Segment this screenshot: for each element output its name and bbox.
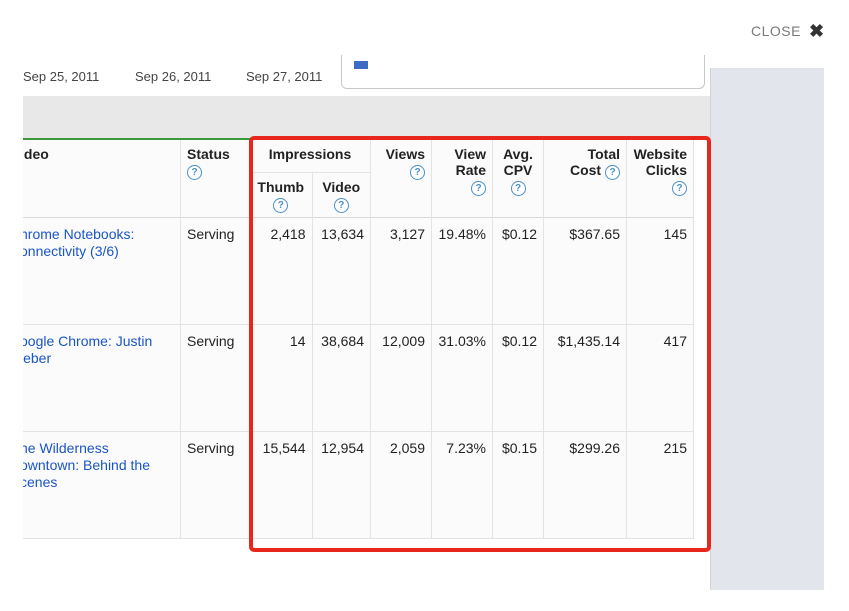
close-button[interactable]: CLOSE ✖ (751, 21, 825, 41)
video-impressions-cell: 12,954 (312, 431, 371, 539)
video-title-cell: ne Wilderness owntown: Behind the cenes (23, 431, 181, 539)
views-cell: 3,127 (370, 217, 432, 325)
website-clicks-cell: 215 (626, 431, 694, 539)
right-side-panel (710, 68, 824, 590)
toolbar-band (23, 96, 710, 138)
views-cell: 2,059 (370, 431, 432, 539)
header-status[interactable]: Status ? (180, 140, 250, 218)
help-icon[interactable]: ? (273, 198, 289, 213)
view-rate-cell: 7.23% (431, 431, 493, 539)
legend-swatch-views (354, 61, 368, 69)
video-impressions-cell: 13,634 (312, 217, 371, 325)
header-website-clicks[interactable]: Website Clicks ? (626, 140, 694, 218)
video-title-cell: hrome Notebooks: onnectivity (3/6) (23, 217, 181, 325)
views-cell: 12,009 (370, 324, 432, 432)
header-video[interactable]: ideo (23, 140, 181, 218)
thumb-cell: 15,544 (249, 431, 313, 539)
total-cost-cell: $1,435.14 (543, 324, 627, 432)
video-impressions-cell: 38,684 (312, 324, 371, 432)
header-thumb[interactable]: Thumb ? (249, 172, 313, 218)
header-impressions: Impressions (249, 140, 371, 173)
thumb-cell: 2,418 (249, 217, 313, 325)
website-clicks-cell: 145 (626, 217, 694, 325)
video-title-link[interactable]: hrome Notebooks: onnectivity (3/6) (23, 226, 134, 259)
help-icon[interactable]: ? (471, 181, 486, 196)
avg-cpv-cell: $0.12 (492, 217, 544, 325)
header-video-impressions[interactable]: Video ? (312, 172, 371, 218)
avg-cpv-cell: $0.12 (492, 324, 544, 432)
video-stats-table: ideo Status ? Impressions Views ? View R… (23, 140, 694, 539)
video-title-link[interactable]: ne Wilderness owntown: Behind the cenes (23, 440, 150, 490)
table-row: hrome Notebooks: onnectivity (3/6) Servin… (23, 217, 694, 325)
status-cell: Serving (180, 324, 250, 432)
help-icon[interactable]: ? (672, 181, 687, 196)
view-rate-cell: 31.03% (431, 324, 493, 432)
total-cost-cell: $367.65 (543, 217, 627, 325)
video-title-link[interactable]: oogle Chrome: Justin ieber (23, 333, 152, 366)
close-icon: ✖ (808, 21, 825, 41)
date-label: Sep 26, 2011 (135, 69, 212, 84)
report-viewport: Sep 25, 2011 Sep 26, 2011 Sep 27, 2011 i… (23, 55, 710, 611)
video-title-cell: oogle Chrome: Justin ieber (23, 324, 181, 432)
header-view-rate[interactable]: View Rate ? (431, 140, 493, 218)
close-label: CLOSE (751, 23, 801, 39)
table-row: oogle Chrome: Justin ieber Serving 14 38,… (23, 324, 694, 432)
thumb-cell: 14 (249, 324, 313, 432)
date-label: Sep 27, 2011 (246, 69, 323, 84)
header-views[interactable]: Views ? (370, 140, 432, 218)
help-icon[interactable]: ? (605, 165, 620, 180)
table-row: ne Wilderness owntown: Behind the cenes Se… (23, 431, 694, 539)
status-cell: Serving (180, 217, 250, 325)
status-cell: Serving (180, 431, 250, 539)
header-total-cost[interactable]: Total Cost ? (543, 140, 627, 218)
website-clicks-cell: 417 (626, 324, 694, 432)
date-label: Sep 25, 2011 (23, 69, 100, 84)
chart-legend (341, 55, 705, 89)
view-rate-cell: 19.48% (431, 217, 493, 325)
help-icon[interactable]: ? (187, 165, 202, 180)
header-avg-cpv[interactable]: Avg. CPV ? (492, 140, 544, 218)
help-icon[interactable]: ? (333, 198, 349, 213)
avg-cpv-cell: $0.15 (492, 431, 544, 539)
total-cost-cell: $299.26 (543, 431, 627, 539)
help-icon[interactable]: ? (410, 165, 425, 180)
help-icon[interactable]: ? (510, 181, 526, 196)
